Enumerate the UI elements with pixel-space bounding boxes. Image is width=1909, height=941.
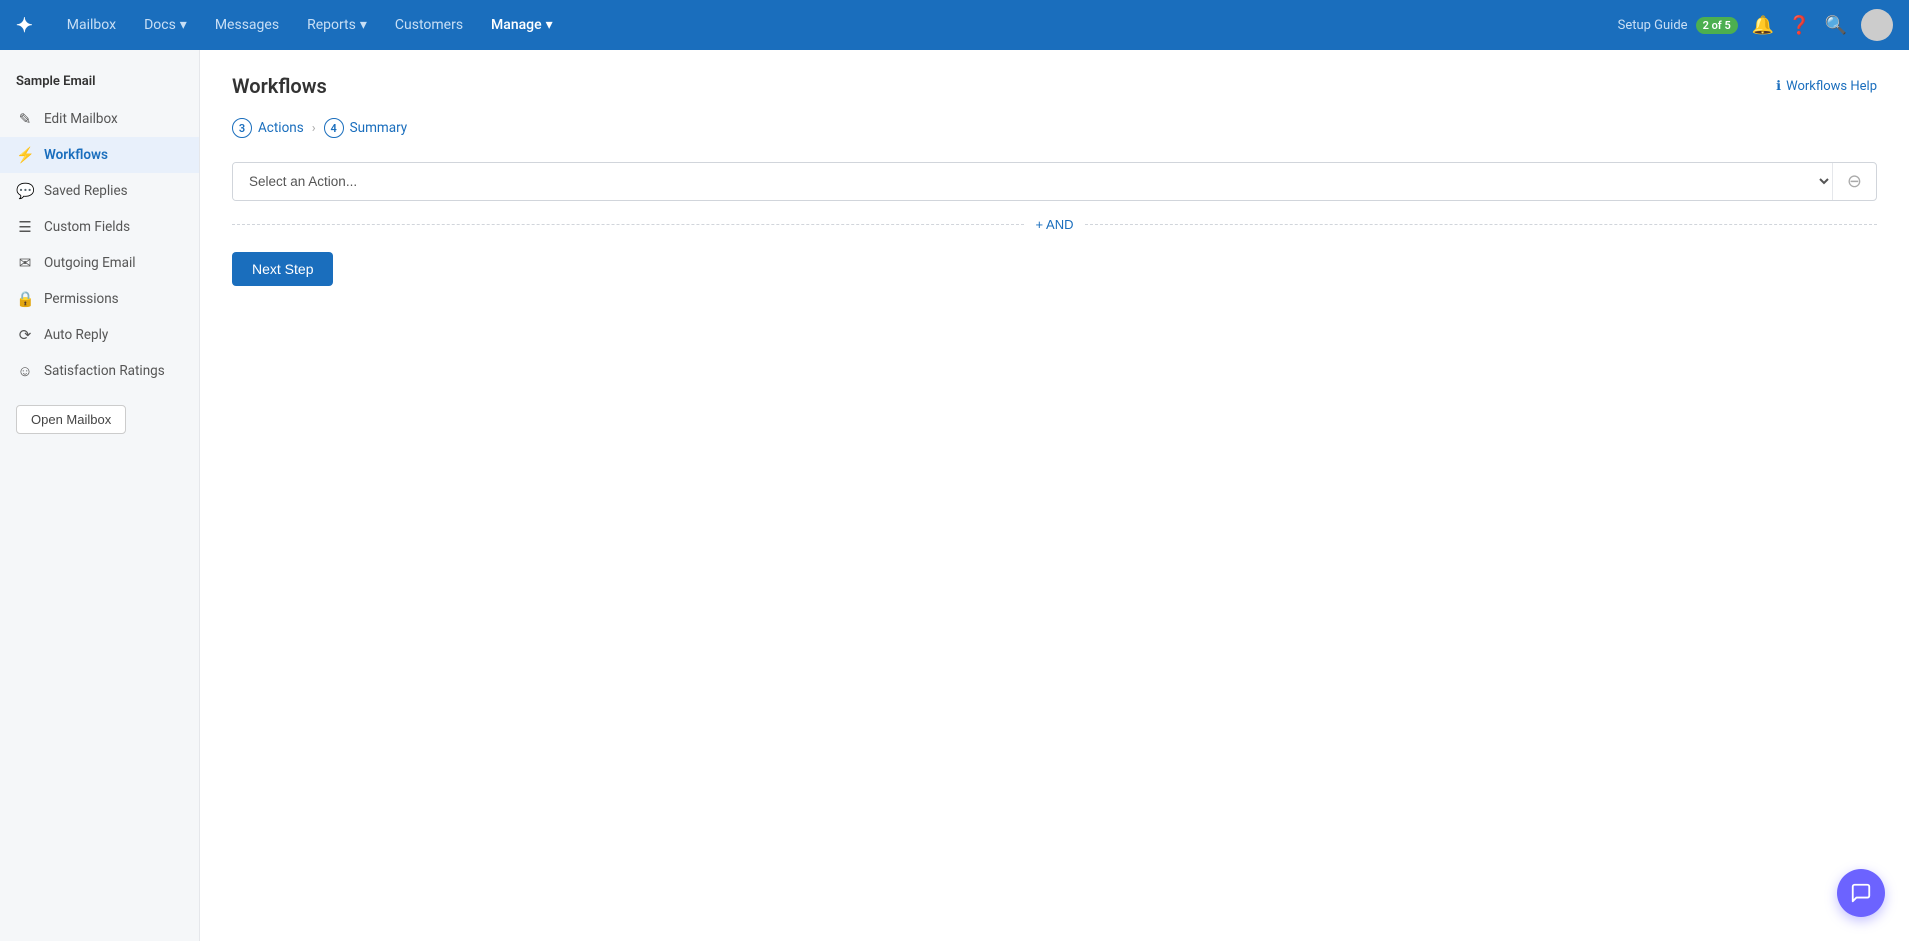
- and-line-left: [232, 224, 1024, 225]
- and-line-right: [1085, 224, 1877, 225]
- sidebar-item-custom-fields[interactable]: ☰ Custom Fields: [0, 209, 199, 245]
- sidebar-item-custom-fields-label: Custom Fields: [44, 219, 130, 235]
- manage-dropdown-icon: ▾: [546, 17, 553, 33]
- action-remove-button[interactable]: ⊖: [1832, 163, 1876, 200]
- sidebar-footer: Open Mailbox: [0, 389, 199, 450]
- step-actions-label: Actions: [258, 120, 304, 136]
- page-title: Workflows: [232, 74, 327, 98]
- chat-icon: [1850, 882, 1872, 904]
- nav-item-manage[interactable]: Manage ▾: [477, 17, 567, 33]
- search-icon[interactable]: 🔍: [1825, 15, 1847, 36]
- custom-fields-icon: ☰: [16, 218, 34, 236]
- steps-navigation: 3 Actions › 4 Summary: [232, 118, 1877, 138]
- page-header: Workflows ℹ Workflows Help: [232, 74, 1877, 98]
- and-divider: + AND: [232, 217, 1877, 232]
- sidebar-item-permissions[interactable]: 🔒 Permissions: [0, 281, 199, 317]
- notifications-icon[interactable]: 🔔: [1752, 15, 1774, 36]
- sidebar-item-auto-reply[interactable]: ⟳ Auto Reply: [0, 317, 199, 353]
- sidebar-item-satisfaction-ratings[interactable]: ☺ Satisfaction Ratings: [0, 353, 199, 389]
- brand-logo[interactable]: ✦: [16, 13, 33, 37]
- sidebar-item-outgoing-email-label: Outgoing Email: [44, 255, 136, 271]
- user-avatar[interactable]: [1861, 9, 1893, 41]
- workflows-help-link[interactable]: ℹ Workflows Help: [1776, 79, 1877, 94]
- open-mailbox-button[interactable]: Open Mailbox: [16, 405, 126, 434]
- step-chevron: ›: [312, 121, 316, 136]
- sidebar-item-workflows[interactable]: ⚡ Workflows: [0, 137, 199, 173]
- sidebar-item-permissions-label: Permissions: [44, 291, 119, 307]
- sidebar-item-saved-replies[interactable]: 💬 Saved Replies: [0, 173, 199, 209]
- reports-dropdown-icon: ▾: [360, 17, 367, 33]
- sidebar-item-edit-mailbox[interactable]: ✎ Edit Mailbox: [0, 101, 199, 137]
- setup-guide[interactable]: Setup Guide 2 of 5: [1618, 17, 1738, 34]
- chat-support-button[interactable]: [1837, 869, 1885, 917]
- sidebar-item-outgoing-email[interactable]: ✉ Outgoing Email: [0, 245, 199, 281]
- action-row: Select an Action... Assign to Move to Ma…: [232, 162, 1877, 201]
- auto-reply-icon: ⟳: [16, 326, 34, 344]
- next-step-button[interactable]: Next Step: [232, 252, 333, 286]
- nav-item-messages[interactable]: Messages: [201, 17, 293, 33]
- nav-item-reports[interactable]: Reports ▾: [293, 17, 381, 33]
- nav-item-customers[interactable]: Customers: [381, 17, 477, 33]
- outgoing-email-icon: ✉: [16, 254, 34, 272]
- sidebar: Sample Email ✎ Edit Mailbox ⚡ Workflows …: [0, 50, 200, 941]
- sidebar-item-saved-replies-label: Saved Replies: [44, 183, 128, 199]
- top-navigation: ✦ Mailbox Docs ▾ Messages Reports ▾ Cust…: [0, 0, 1909, 50]
- sidebar-title: Sample Email: [0, 66, 199, 101]
- sidebar-item-auto-reply-label: Auto Reply: [44, 327, 108, 343]
- sidebar-item-edit-mailbox-label: Edit Mailbox: [44, 111, 118, 127]
- sidebar-item-workflows-label: Workflows: [44, 147, 108, 163]
- nav-item-mailbox[interactable]: Mailbox: [53, 17, 130, 33]
- page-layout: Sample Email ✎ Edit Mailbox ⚡ Workflows …: [0, 50, 1909, 941]
- workflows-icon: ⚡: [16, 146, 34, 164]
- step-actions[interactable]: 3 Actions: [232, 118, 304, 138]
- step-actions-num: 3: [232, 118, 252, 138]
- setup-badge: 2 of 5: [1696, 17, 1738, 34]
- main-content: Workflows ℹ Workflows Help 3 Actions › 4…: [200, 50, 1909, 941]
- docs-dropdown-icon: ▾: [180, 17, 187, 33]
- info-icon: ℹ: [1776, 79, 1781, 94]
- nav-item-docs[interactable]: Docs ▾: [130, 17, 201, 33]
- saved-replies-icon: 💬: [16, 182, 34, 200]
- sidebar-item-satisfaction-ratings-label: Satisfaction Ratings: [44, 363, 165, 379]
- edit-mailbox-icon: ✎: [16, 110, 34, 128]
- help-icon[interactable]: ❓: [1788, 15, 1810, 36]
- step-summary[interactable]: 4 Summary: [324, 118, 408, 138]
- and-button[interactable]: + AND: [1024, 217, 1086, 232]
- nav-right-area: Setup Guide 2 of 5 🔔 ❓ 🔍: [1618, 9, 1893, 41]
- step-summary-label: Summary: [350, 120, 408, 136]
- satisfaction-ratings-icon: ☺: [16, 362, 34, 380]
- step-summary-num: 4: [324, 118, 344, 138]
- action-select[interactable]: Select an Action... Assign to Move to Ma…: [233, 163, 1832, 200]
- permissions-icon: 🔒: [16, 290, 34, 308]
